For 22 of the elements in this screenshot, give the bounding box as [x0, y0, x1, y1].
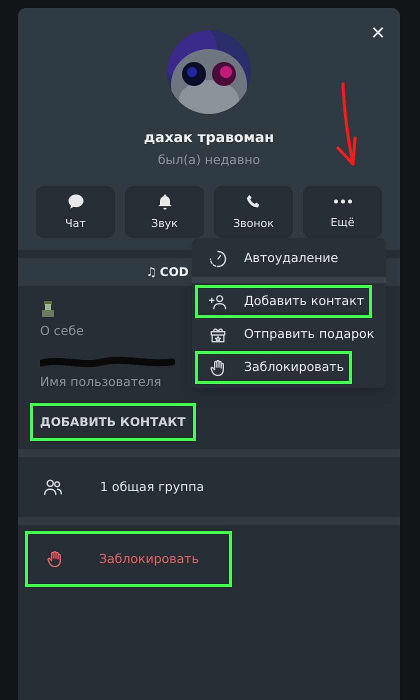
- about-label: О себе: [40, 322, 84, 340]
- music-title: COD: [160, 264, 189, 281]
- music-note: ♫: [146, 264, 157, 281]
- timer-icon: [208, 248, 228, 268]
- groups-row[interactable]: 1 общая группа: [18, 457, 400, 518]
- menu-item[interactable]: Отправить подарок: [195, 318, 383, 351]
- more-dots-icon: [334, 199, 352, 204]
- action-button[interactable]: Звонок: [214, 186, 293, 238]
- menu-item[interactable]: Заблокировать: [195, 351, 344, 384]
- close-button[interactable]: ✕: [366, 22, 390, 46]
- action-button[interactable]: Ещё: [303, 186, 382, 238]
- add-contact-button[interactable]: ДОБАВИТЬ КОНТАКТ: [30, 403, 196, 442]
- action-button[interactable]: Чат: [36, 186, 115, 238]
- action-button[interactable]: Звук: [125, 186, 204, 238]
- username-label: Имя пользователя: [40, 372, 162, 390]
- small-figure-icon: [40, 300, 56, 318]
- profile-name: дахак травоман: [144, 129, 274, 148]
- menu-item[interactable]: Добавить контакт: [195, 285, 364, 318]
- block-row[interactable]: Заблокировать: [25, 531, 232, 588]
- chat-bubble-icon: [66, 192, 86, 212]
- menu-item[interactable]: Автоудаление: [195, 242, 383, 275]
- profile-status: был(а) недавно: [158, 151, 260, 169]
